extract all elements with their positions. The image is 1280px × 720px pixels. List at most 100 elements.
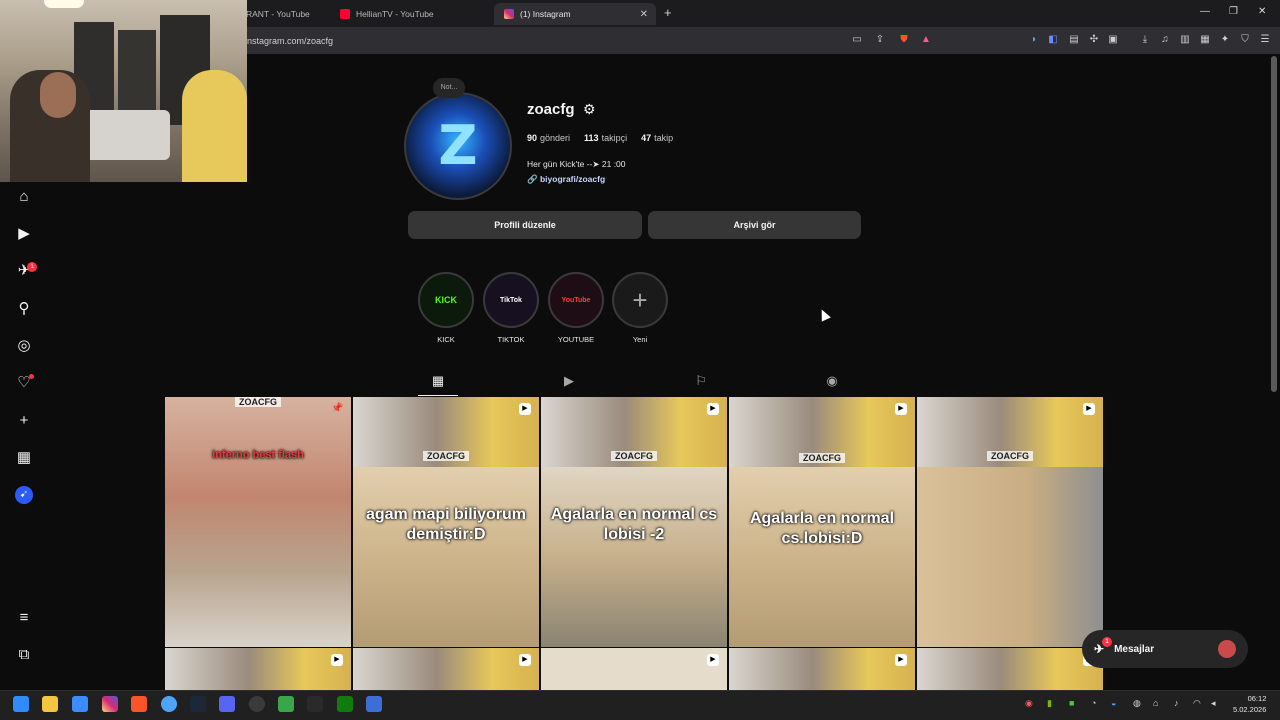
saved-icon[interactable]: ⚐ [681, 370, 721, 396]
explore-icon[interactable]: ◎ [15, 337, 33, 355]
minimize-icon[interactable]: — [1200, 6, 1210, 17]
tab-label: RANT - YouTube [246, 9, 310, 19]
post-tile[interactable]: ▶ [165, 648, 351, 690]
pinned-icon: 📌 [331, 403, 344, 414]
post-tile[interactable]: ZOACFG ▶ [917, 397, 1103, 647]
epic-games-icon[interactable] [307, 696, 323, 712]
note-bubble[interactable]: Not... [433, 78, 465, 98]
brave-rewards-icon[interactable]: ▲ [920, 34, 932, 46]
post-tile[interactable]: ▶ [917, 648, 1103, 690]
post-overlay-text: inferno best flash [212, 449, 304, 461]
home-icon[interactable]: ⌂ [15, 188, 33, 206]
discord-icon[interactable] [219, 696, 235, 712]
tab-instagram[interactable]: (1) Instagram ✕ [494, 3, 656, 25]
puzzle-icon[interactable]: ✣ [1088, 34, 1100, 46]
brave-icon[interactable] [131, 696, 147, 712]
messages-badge: 1 [1102, 637, 1112, 647]
app-icon[interactable] [366, 696, 382, 712]
post-thumbnail [917, 467, 1103, 647]
brave-shield-icon[interactable]: ⛊ [898, 34, 910, 46]
xbox-icon[interactable] [337, 696, 353, 712]
reel-icon: ▶ [707, 654, 719, 666]
post-tile[interactable]: ▶ [729, 648, 915, 690]
post-tile[interactable]: ZOACFG agam mapi biliyorum demiştir:D ▶ [353, 397, 539, 647]
download-icon[interactable]: ⤓ [1139, 34, 1151, 46]
wallet-icon[interactable]: ▦ [1199, 34, 1211, 46]
nvidia-icon[interactable]: ▮ [1047, 698, 1052, 709]
vpn-icon[interactable]: ⛉ [1239, 34, 1251, 46]
close-window-icon[interactable]: ✕ [1258, 6, 1266, 17]
post-tile[interactable]: ZOACFG Agalarla en normal cs.lobisi:D ▶ [729, 397, 915, 647]
bio-link[interactable]: 🔗 biyografi/zoacfg [527, 174, 605, 185]
highlight-youtube[interactable]: YouTube YOUTUBE [547, 272, 605, 344]
obs-icon[interactable] [249, 696, 265, 712]
post-tile[interactable]: ▶ [541, 648, 727, 690]
messages-button[interactable]: ✈ 1 Mesajlar [1082, 630, 1248, 668]
messages-badge: 1 [27, 262, 37, 272]
tray-icon[interactable]: ◒ [1111, 698, 1116, 708]
tab-search-icon[interactable]: ▣ [1107, 34, 1119, 46]
meta-icon[interactable]: ⧉ [15, 646, 33, 664]
tray-icon[interactable]: ◔ [1091, 698, 1096, 708]
post-facecam [165, 648, 351, 690]
usb-icon[interactable]: ⌂ [1153, 698, 1158, 708]
file-explorer-icon[interactable] [42, 696, 58, 712]
tray-icon[interactable]: ■ [1069, 698, 1074, 708]
highlight-new[interactable]: + Yeni [611, 272, 669, 344]
extension-icon[interactable]: ◗ [1028, 34, 1040, 46]
settings-icon[interactable]: ⚙ [583, 101, 596, 118]
share-icon[interactable]: ⇪ [874, 34, 886, 46]
menu-icon[interactable]: ☰ [1259, 34, 1271, 46]
tagged-icon[interactable]: ◉ [812, 370, 852, 396]
cast-icon[interactable]: ▭ [851, 34, 863, 46]
close-tab-icon[interactable]: ✕ [640, 9, 648, 20]
highlight-tiktok[interactable]: TikTok TIKTOK [482, 272, 540, 344]
steam-icon[interactable] [190, 696, 206, 712]
translate-icon[interactable]: ◧ [1047, 34, 1059, 46]
grid-icon[interactable]: ▦ [418, 370, 458, 396]
reels-icon[interactable]: ▶ [15, 225, 33, 243]
tab-rant-youtube[interactable]: RANT - YouTube [236, 3, 326, 25]
profile-icon[interactable]: ➹ [15, 486, 33, 504]
leo-icon[interactable]: ✦ [1219, 34, 1231, 46]
tab-hellian-youtube[interactable]: HellianTV - YouTube [330, 3, 490, 25]
highlight-label: TIKTOK [497, 335, 525, 344]
profile-stats: 90 gönderi 113 takipçi 47 takip [527, 133, 673, 143]
app-icon[interactable] [72, 696, 88, 712]
dashboard-icon[interactable]: ▦ [15, 449, 33, 467]
restore-icon[interactable]: ❐ [1229, 6, 1238, 17]
post-tile[interactable]: ▶ [353, 648, 539, 690]
more-icon[interactable]: ≡ [15, 609, 33, 627]
search-icon[interactable]: ⚲ [15, 300, 33, 318]
edit-profile-button[interactable]: Profili düzenle [408, 211, 642, 239]
windows-start-icon[interactable] [13, 696, 29, 712]
sidebar-icon[interactable]: ▥ [1179, 34, 1191, 46]
wifi-icon[interactable]: ◠ [1193, 698, 1201, 709]
post-thumbnail [353, 467, 539, 647]
mouse-cursor [817, 307, 831, 322]
ceiling-light [44, 0, 84, 8]
minecraft-icon[interactable] [278, 696, 294, 712]
media-icon[interactable]: ♫ [1159, 34, 1171, 46]
reels-tab-icon[interactable]: ▶ [549, 370, 589, 396]
extension-icon[interactable]: ▤ [1068, 34, 1080, 46]
view-archive-button[interactable]: Arşivi gör [648, 211, 861, 239]
create-icon[interactable]: + [15, 412, 33, 430]
followers-stat[interactable]: 113 takipçi [584, 133, 627, 143]
instagram-app-icon[interactable] [102, 696, 118, 712]
new-tab-icon[interactable]: + [664, 5, 672, 20]
taskbar-clock[interactable]: 06:12 5.02.2026 [1233, 693, 1266, 715]
scrollbar[interactable] [1271, 56, 1277, 392]
post-tile[interactable]: ZOACFG inferno best flash 📌 [165, 397, 351, 647]
tray-icon[interactable]: ◉ [1025, 698, 1033, 709]
microphone-icon[interactable]: ♪ [1174, 698, 1179, 708]
clock-time: 06:12 [1247, 694, 1267, 703]
steam-tray-icon[interactable]: ◍ [1133, 698, 1141, 709]
highlight-kick[interactable]: KICK KICK [417, 272, 475, 344]
volume-icon[interactable]: ◂ [1211, 698, 1216, 709]
url-field[interactable]: instagram.com/zoacfg [245, 36, 333, 46]
tab-label: HellianTV - YouTube [356, 9, 434, 19]
following-stat[interactable]: 47 takip [641, 133, 673, 143]
app-icon[interactable] [161, 696, 177, 712]
post-tile[interactable]: ZOACFG Agalarla en normal cs lobisi -2 ▶ [541, 397, 727, 647]
